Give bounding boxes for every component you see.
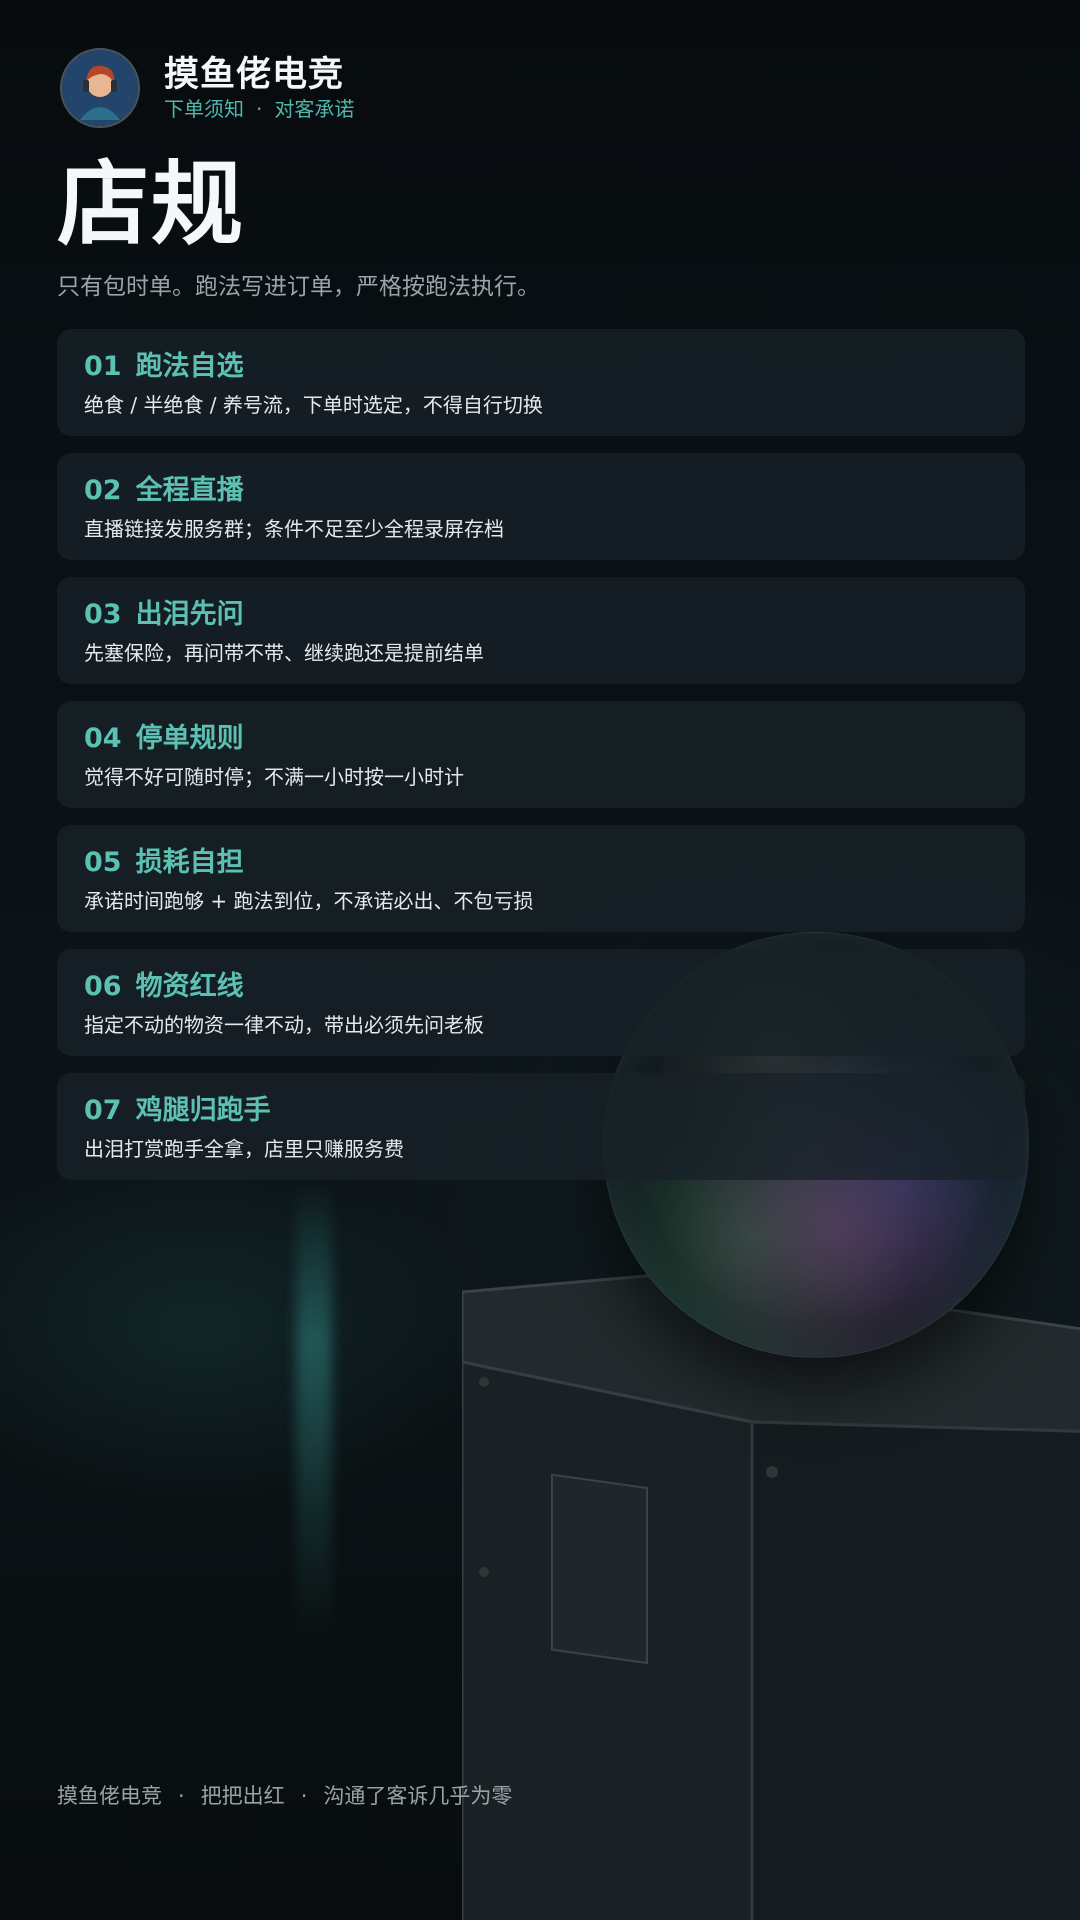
rule-card-04: 04 停单规则 觉得不好可随时停；不满一小时按一小时计: [57, 701, 1025, 808]
rule-description: 觉得不好可随时停；不满一小时按一小时计: [84, 765, 464, 789]
rule-description: 直播链接发服务群；条件不足至少全程录屏存档: [84, 517, 504, 541]
brand-block: 摸鱼佬电竞 下单须知 · 对客承诺: [164, 54, 354, 122]
avatar-portrait-icon: [62, 50, 138, 126]
rule-card-05: 05 损耗自担 承诺时间跑够 + 跑法到位，不承诺必出、不包亏损: [57, 825, 1025, 932]
rule-number: 04: [84, 723, 122, 754]
rule-number: 05: [84, 847, 122, 878]
rule-title: 损耗自担: [135, 847, 244, 878]
rule-number: 01: [84, 351, 122, 382]
rule-card-03: 03 出泪先问 先塞保险，再问带不带、继续跑还是提前结单: [57, 577, 1025, 684]
rule-title: 停单规则: [135, 723, 244, 754]
rule-title: 出泪先问: [135, 599, 244, 630]
rule-title: 物资红线: [135, 971, 244, 1002]
crate-illustration: [462, 1272, 1080, 1920]
footer-brand: 摸鱼佬电竞: [57, 1784, 162, 1808]
rule-description: 指定不动的物资一律不动，带出必须先问老板: [84, 1013, 484, 1037]
rule-card-02: 02 全程直播 直播链接发服务群；条件不足至少全程录屏存档: [57, 453, 1025, 560]
footer-separator: ·: [178, 1784, 185, 1808]
rule-heading: 05 损耗自担: [84, 845, 244, 881]
rule-description: 绝食 / 半绝食 / 养号流，下单时选定，不得自行切换: [84, 393, 543, 417]
rule-number: 07: [84, 1095, 122, 1126]
brand-subtitle-left: 下单须知: [164, 97, 244, 121]
rule-heading: 04 停单规则: [84, 721, 244, 757]
rule-card-07: 07 鸡腿归跑手 出泪打赏跑手全拿，店里只赚服务费: [57, 1073, 1025, 1180]
rule-description: 先塞保险，再问带不带、继续跑还是提前结单: [84, 641, 484, 665]
footer-separator: ·: [300, 1784, 308, 1808]
rule-heading: 01 跑法自选: [84, 349, 244, 385]
rule-card-01: 01 跑法自选 绝食 / 半绝食 / 养号流，下单时选定，不得自行切换: [57, 329, 1025, 436]
brand-name: 摸鱼佬电竞: [164, 55, 345, 95]
rule-heading: 06 物资红线: [84, 969, 244, 1005]
header: 摸鱼佬电竞 下单须知 · 对客承诺: [60, 48, 354, 128]
rule-number: 02: [84, 475, 122, 506]
rule-number: 03: [84, 599, 122, 630]
floor-light-reflection: [296, 1180, 332, 1640]
brand-subtitle-right: 对客承诺: [274, 97, 355, 121]
footer: 摸鱼佬电竞 · 把把出红 · 沟通了客诉几乎为零: [57, 1780, 512, 1812]
rule-card-06: 06 物资红线 指定不动的物资一律不动，带出必须先问老板: [57, 949, 1025, 1056]
page-title: 店规: [57, 151, 246, 258]
brand-subtitle-separator: ·: [256, 97, 263, 121]
brand-subtitle: 下单须知 · 对客承诺: [164, 96, 354, 122]
rules-list: 01 跑法自选 绝食 / 半绝食 / 养号流，下单时选定，不得自行切换 02 全程直…: [57, 329, 1025, 1197]
rule-number: 06: [84, 971, 122, 1002]
footer-slogan: 把把出红: [200, 1784, 285, 1808]
footer-tagline: 沟通了客诉几乎为零: [323, 1784, 513, 1808]
avatar: [60, 48, 140, 128]
rule-heading: 03 出泪先问: [84, 597, 244, 633]
rule-description: 承诺时间跑够 + 跑法到位，不承诺必出、不包亏损: [84, 889, 534, 913]
page-subtitle: 只有包时单。跑法写进订单，严格按跑法执行。: [57, 274, 540, 300]
rule-heading: 02 全程直播: [84, 473, 244, 509]
rule-description: 出泪打赏跑手全拿，店里只赚服务费: [84, 1137, 404, 1161]
rule-title: 全程直播: [135, 475, 244, 506]
rule-title: 鸡腿归跑手: [135, 1095, 271, 1126]
rule-heading: 07 鸡腿归跑手: [84, 1093, 271, 1129]
rule-title: 跑法自选: [135, 351, 244, 382]
